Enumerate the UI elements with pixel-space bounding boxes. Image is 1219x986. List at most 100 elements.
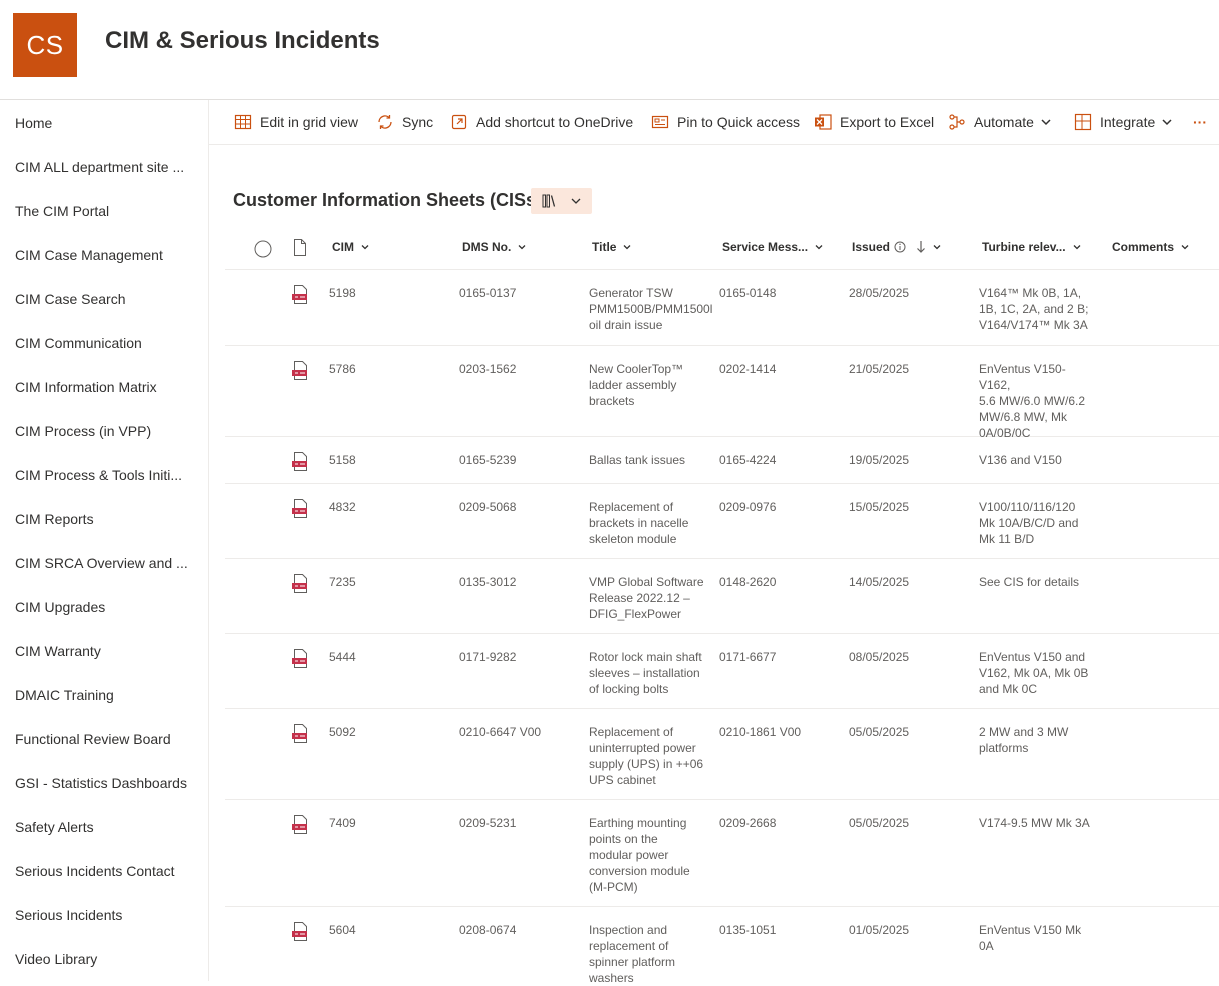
cell-dms-no: 0209-5231 xyxy=(459,816,517,830)
column-header-cim[interactable]: CIM xyxy=(332,240,370,254)
nav-item-cim-case-management[interactable]: CIM Case Management xyxy=(15,245,200,265)
nav-item-cim-warranty[interactable]: CIM Warranty xyxy=(15,641,200,661)
nav-item-cim-portal[interactable]: The CIM Portal xyxy=(15,201,200,221)
nav-item-functional-review-board[interactable]: Functional Review Board xyxy=(15,729,200,749)
nav-item-dmaic-training[interactable]: DMAIC Training xyxy=(15,685,200,705)
table-row[interactable]: 5786 0203-1562 New CoolerTop™ ladder asse… xyxy=(225,346,1219,440)
cell-cim: 5092 xyxy=(329,725,356,739)
title-line: ladder assembly xyxy=(589,378,677,392)
column-header-service-message[interactable]: Service Mess... xyxy=(722,240,824,254)
nav-item-cim-process-tools[interactable]: CIM Process & Tools Initi... xyxy=(15,465,200,485)
cell-title[interactable]: Ballas tank issues xyxy=(589,452,713,468)
column-label: Title xyxy=(592,240,617,254)
pin-quick-access-button[interactable]: Pin to Quick access xyxy=(651,112,800,132)
nav-item-serious-incidents-contact[interactable]: Serious Incidents Contact xyxy=(15,861,200,881)
nav-item-home[interactable]: Home xyxy=(15,113,200,133)
library-icon xyxy=(542,194,555,208)
sort-descending-icon[interactable] xyxy=(916,240,926,254)
cell-issued: 05/05/2025 xyxy=(849,816,910,830)
site-logo[interactable]: CS xyxy=(13,13,77,77)
cell-cim: 7235 xyxy=(329,575,356,589)
title-line: UPS cabinet xyxy=(589,773,656,787)
nav-item-cim-all-department[interactable]: CIM ALL department site ... xyxy=(15,157,200,177)
title-line: washers xyxy=(589,971,634,985)
column-header-comments[interactable]: Comments xyxy=(1112,240,1190,254)
column-label: Turbine relev... xyxy=(982,240,1066,254)
nav-item-cim-information-matrix[interactable]: CIM Information Matrix xyxy=(15,377,200,397)
title-line: New CoolerTop™ xyxy=(589,362,684,376)
turbine-line: 5.6 MW/6.0 MW/6.2 xyxy=(979,394,1086,408)
column-header-dms-no[interactable]: DMS No. xyxy=(462,240,527,254)
left-navigation: Home CIM ALL department site ... The CIM… xyxy=(0,100,209,981)
title-line: Ballas tank issues xyxy=(589,453,686,467)
title-line: Generator TSW xyxy=(589,286,673,300)
edit-in-grid-view-button[interactable]: Edit in grid view xyxy=(234,112,358,132)
view-switcher[interactable] xyxy=(531,188,592,214)
integrate-icon xyxy=(1074,113,1092,131)
cell-title[interactable]: VMP Global Software Release 2022.12 – DFIG… xyxy=(589,574,713,622)
cell-dms-no: 0210-6647 V00 xyxy=(459,725,542,739)
cell-title[interactable]: Inspection and replacement of spinner plat… xyxy=(589,922,713,986)
title-line: Rotor lock main shaft xyxy=(589,650,702,664)
sync-icon xyxy=(378,115,392,129)
info-icon[interactable] xyxy=(894,241,906,253)
pdf-file-icon xyxy=(292,724,307,743)
nav-item-cim-process-vpp[interactable]: CIM Process (in VPP) xyxy=(15,421,200,441)
cell-title[interactable]: Replacement of uninterrupted power supply … xyxy=(589,724,713,788)
table-row[interactable]: 7235 0135-3012 VMP Global Software Releas… xyxy=(225,559,1219,634)
table-row[interactable]: 5198 0165-0137 Generator TSW PMM1500B/PMM… xyxy=(225,270,1219,346)
table-row[interactable]: 7409 0209-5231 Earthing mounting points o… xyxy=(225,800,1219,907)
pdf-file-icon xyxy=(292,285,307,304)
cell-service-message: 0209-2668 xyxy=(719,816,777,830)
cell-dms-no: 0165-0137 xyxy=(459,286,517,300)
table-row[interactable]: 5444 0171-9282 Rotor lock main shaft slee… xyxy=(225,634,1219,709)
column-header-issued[interactable]: Issued xyxy=(852,240,942,254)
turbine-line: V174-9.5 MW Mk 3A xyxy=(979,816,1090,830)
integrate-button[interactable]: Integrate xyxy=(1074,112,1173,132)
turbine-line: V164/V174™ Mk 3A xyxy=(979,318,1088,332)
nav-item-cim-upgrades[interactable]: CIM Upgrades xyxy=(15,597,200,617)
title-line: Replacement of xyxy=(589,500,674,514)
nav-item-serious-incidents[interactable]: Serious Incidents xyxy=(15,905,200,925)
title-line: (M-PCM) xyxy=(589,880,638,894)
cell-title[interactable]: Replacement of brackets in nacelle skeleto… xyxy=(589,499,713,547)
pin-icon xyxy=(651,115,669,129)
title-line: conversion module xyxy=(589,864,690,878)
pdf-file-icon xyxy=(292,815,307,834)
site-title[interactable]: CIM & Serious Incidents xyxy=(105,27,380,55)
automate-button[interactable]: Automate xyxy=(948,112,1052,132)
pin-quick-access-label: Pin to Quick access xyxy=(677,114,800,130)
select-all-checkbox[interactable] xyxy=(254,240,272,258)
cell-title[interactable]: Rotor lock main shaft sleeves – installat… xyxy=(589,649,713,697)
table-row[interactable]: 4832 0209-5068 Replacement of brackets in… xyxy=(225,484,1219,559)
cell-cim: 5158 xyxy=(329,453,356,467)
cell-service-message: 0148-2620 xyxy=(719,575,777,589)
add-shortcut-button[interactable]: Add shortcut to OneDrive xyxy=(450,112,633,132)
cell-dms-no: 0135-3012 xyxy=(459,575,517,589)
nav-item-cim-reports[interactable]: CIM Reports xyxy=(15,509,200,529)
column-label: DMS No. xyxy=(462,240,512,254)
cell-title[interactable]: Generator TSW PMM1500B/PMM1500l oil drain … xyxy=(589,285,713,333)
nav-item-cim-communication[interactable]: CIM Communication xyxy=(15,333,200,353)
title-line: Inspection and xyxy=(589,923,668,937)
cell-issued: 01/05/2025 xyxy=(849,923,910,937)
more-commands-button[interactable]: ··· xyxy=(1193,112,1207,132)
table-row[interactable]: 5092 0210-6647 V00 Replacement of uninter… xyxy=(225,709,1219,800)
export-to-excel-button[interactable]: Export to Excel xyxy=(814,112,934,132)
table-row[interactable]: 5158 0165-5239 Ballas tank issues 0165-4… xyxy=(225,437,1219,484)
nav-item-safety-alerts[interactable]: Safety Alerts xyxy=(15,817,200,837)
nav-item-cim-case-search[interactable]: CIM Case Search xyxy=(15,289,200,309)
turbine-line: V164™ Mk 0B, 1A, xyxy=(979,286,1082,300)
nav-item-gsi-statistics[interactable]: GSI - Statistics Dashboards xyxy=(15,773,200,793)
sync-button[interactable]: Sync xyxy=(376,112,433,132)
table-row[interactable]: 5604 0208-0674 Inspection and replacement… xyxy=(225,907,1219,985)
cell-title[interactable]: Earthing mounting points on the modular po… xyxy=(589,815,713,895)
turbine-line: V100/110/116/120 xyxy=(979,500,1076,514)
turbine-line: MW/6.8 MW, Mk xyxy=(979,410,1067,424)
nav-item-cim-srca-overview[interactable]: CIM SRCA Overview and ... xyxy=(15,553,200,573)
cell-turbine-relevance: V136 and V150 xyxy=(979,452,1097,468)
nav-item-video-library[interactable]: Video Library xyxy=(15,949,200,969)
cell-title[interactable]: New CoolerTop™ ladder assembly brackets xyxy=(589,361,713,409)
column-header-title[interactable]: Title xyxy=(592,240,632,254)
column-header-turbine-relevance[interactable]: Turbine relev... xyxy=(982,240,1082,254)
